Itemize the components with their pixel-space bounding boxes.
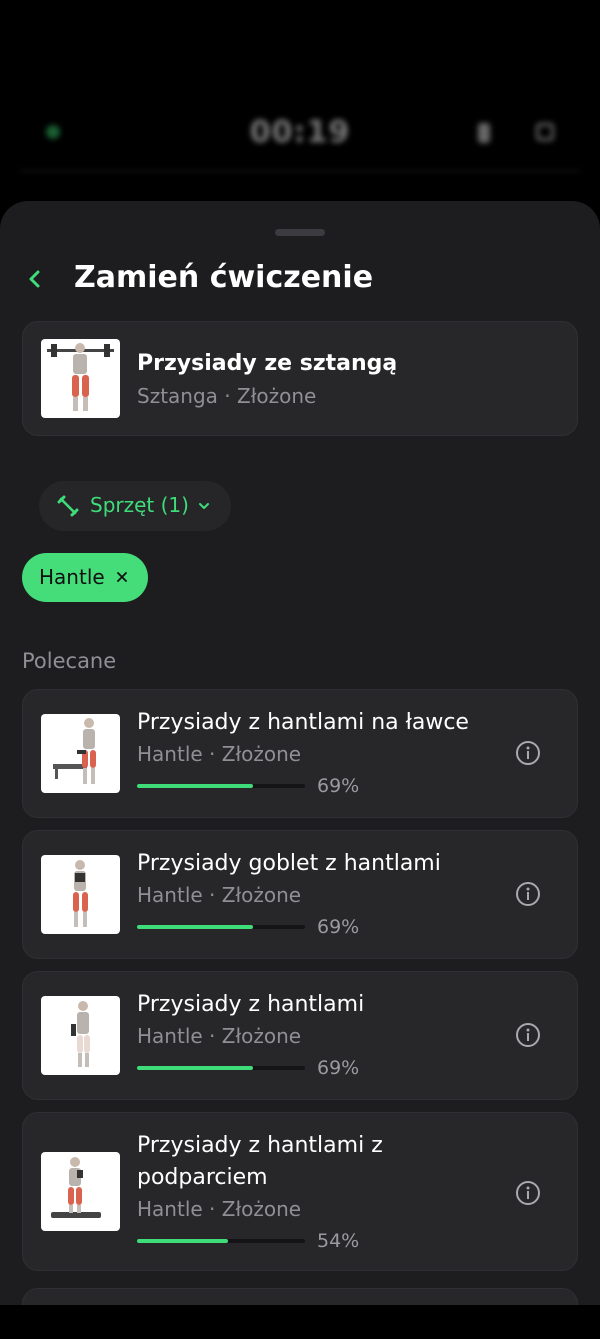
- barbell-squat-image: [47, 343, 114, 411]
- workout-topbar-blurred: 00:19: [0, 95, 600, 175]
- match-progress-bar: [137, 1239, 305, 1243]
- exercise-thumbnail: [41, 1152, 120, 1231]
- match-percent: 54%: [317, 1230, 360, 1252]
- exercise-card-partial[interactable]: [22, 1288, 578, 1305]
- info-icon[interactable]: [515, 1022, 541, 1048]
- exercise-name-line-1: Przysiady z hantlami z: [137, 1133, 383, 1158]
- match-progress-bar: [137, 1066, 305, 1070]
- exercise-thumbnail: [41, 339, 120, 418]
- timer-icon: [478, 123, 490, 143]
- page-title: Zamień ćwiczenie: [74, 260, 374, 295]
- exercise-card[interactable]: Przysiady z hantlami z podparciem Hantle…: [22, 1112, 578, 1271]
- exercise-name-line-2: podparciem: [137, 1165, 268, 1190]
- exercise-thumbnail: [41, 996, 120, 1075]
- match-percent: 69%: [317, 916, 360, 938]
- chevron-down-icon: [199, 503, 209, 509]
- goblet-squat-image: [73, 860, 88, 927]
- current-exercise-card: Przysiady ze sztangą Sztanga · Złożone: [22, 321, 578, 436]
- close-icon[interactable]: [115, 570, 129, 584]
- back-button[interactable]: [24, 264, 44, 294]
- exercise-name: Przysiady z hantlami: [137, 992, 365, 1017]
- drag-handle[interactable]: [275, 229, 325, 236]
- match-progress-fill: [137, 784, 253, 788]
- match-percent: 69%: [317, 775, 360, 797]
- exercise-meta: Hantle · Złożone: [137, 883, 302, 907]
- exercise-meta: Hantle · Złożone: [137, 1197, 302, 1221]
- info-icon[interactable]: [515, 881, 541, 907]
- equipment-filter-button[interactable]: Sprzęt (1): [39, 481, 231, 531]
- match-progress-fill: [137, 1066, 253, 1070]
- exercise-meta: Hantle · Złożone: [137, 742, 302, 766]
- current-exercise-name: Przysiady ze sztangą: [137, 351, 398, 376]
- match-progress-fill: [137, 925, 253, 929]
- match-progress-bar: [137, 925, 305, 929]
- exercise-name: Przysiady goblet z hantlami: [137, 851, 441, 876]
- workout-timer: 00:19: [249, 115, 351, 150]
- info-icon[interactable]: [515, 1180, 541, 1206]
- match-progress-bar: [137, 784, 305, 788]
- exercise-thumbnail: [41, 714, 120, 793]
- bench-squat-image: [53, 718, 96, 784]
- exercise-meta: Hantle · Złożone: [137, 1024, 302, 1048]
- sheet-header: Zamień ćwiczenie: [0, 258, 600, 302]
- replace-exercise-sheet: Zamień ćwiczenie Przysiady ze sztangą Sz…: [0, 201, 600, 1305]
- supported-squat-image: [51, 1157, 101, 1218]
- section-label-recommended: Polecane: [22, 649, 117, 673]
- current-exercise-meta: Sztanga · Złożone: [137, 384, 317, 408]
- screen: 00:19 Zamień ćwiczenie Przysiady ze szta…: [0, 0, 600, 1339]
- filter-chip-dumbbells[interactable]: Hantle: [22, 553, 148, 602]
- info-icon[interactable]: [515, 740, 541, 766]
- exercise-name: Przysiady z hantlami na ławce: [137, 710, 469, 735]
- match-percent: 69%: [317, 1057, 360, 1079]
- equipment-filter-label: Sprzęt (1): [90, 493, 189, 517]
- settings-icon: [536, 123, 554, 141]
- exercise-thumbnail: [41, 855, 120, 934]
- exercise-card[interactable]: Przysiady z hantlami Hantle · Złożone 69…: [22, 971, 578, 1100]
- chevron-left-icon: [29, 270, 40, 288]
- dumbbell-icon: [57, 495, 79, 517]
- exercise-card[interactable]: Przysiady goblet z hantlami Hantle · Zło…: [22, 830, 578, 959]
- divider: [20, 170, 580, 172]
- dumbbell-squat-image: [71, 1001, 90, 1067]
- exercise-card[interactable]: Przysiady z hantlami na ławce Hantle · Z…: [22, 689, 578, 818]
- match-progress-fill: [137, 1239, 228, 1243]
- filter-chip-label: Hantle: [39, 565, 105, 589]
